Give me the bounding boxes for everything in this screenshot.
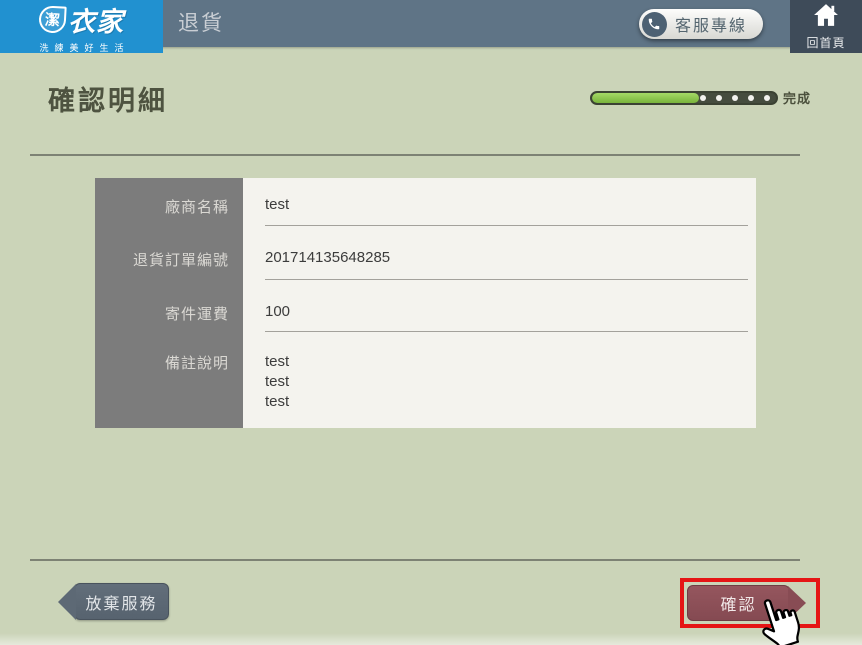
field-label: 寄件運費 (95, 285, 243, 337)
step-dot (764, 95, 770, 101)
field-label: 退貨訂單編號 (95, 231, 243, 285)
step-dot (748, 95, 754, 101)
leaf-drop-icon: 潔 (38, 5, 66, 33)
remark-line: test (265, 352, 746, 372)
top-divider (30, 154, 800, 156)
page-title: 退貨 (178, 0, 224, 47)
field-value: 201714135648285 (243, 231, 756, 285)
field-underline (265, 331, 748, 332)
home-icon (813, 3, 839, 32)
progress-complete-label: 完成 (783, 88, 811, 107)
page-heading: 確認明細 (48, 79, 168, 118)
field-underline (265, 279, 748, 280)
home-button[interactable]: 回首頁 (790, 0, 862, 53)
phone-icon (642, 12, 667, 37)
home-button-label: 回首頁 (806, 34, 845, 51)
field-label: 備註說明 (95, 337, 243, 428)
hotline-button[interactable]: 客服專線 (639, 9, 763, 39)
field-value: test test test (243, 337, 756, 428)
form-row-remarks: 備註說明 test test test (95, 337, 756, 428)
form-row-shipping-fee: 寄件運費 100 (95, 285, 756, 337)
field-label: 廠商名稱 (95, 178, 243, 231)
bottom-fade (0, 633, 862, 645)
progress-bar (590, 91, 778, 105)
brand-tagline: 洗練美好生活 (33, 41, 129, 54)
form-row-vendor-name: 廠商名稱 test (95, 178, 756, 231)
progress-step-dots (700, 93, 770, 103)
step-dot (716, 95, 722, 101)
brand-logo-text: 潔 衣家 (39, 0, 124, 39)
field-underline (265, 225, 748, 226)
abandon-service-button[interactable]: 放棄服務 (74, 583, 169, 620)
step-dot (732, 95, 738, 101)
form-row-return-order-number: 退貨訂單編號 201714135648285 (95, 231, 756, 285)
brand-logo[interactable]: 潔 衣家 洗練美好生活 (0, 0, 163, 53)
detail-form: 廠商名稱 test 退貨訂單編號 201714135648285 寄件運費 10… (95, 178, 756, 428)
field-value: test (243, 178, 756, 231)
remark-line: test (265, 392, 746, 412)
progress-fill (592, 93, 699, 103)
confirm-button[interactable]: 確認 (687, 585, 790, 621)
kiosk-screen: 退貨 客服專線 潔 衣家 洗練美好生活 回首頁 確認明細 (0, 0, 862, 645)
step-dot (700, 95, 706, 101)
hotline-label: 客服專線 (675, 12, 747, 36)
progress-indicator: 完成 (590, 88, 811, 107)
field-value: 100 (243, 285, 756, 337)
bottom-divider (30, 559, 800, 561)
remark-line: test (265, 372, 746, 392)
